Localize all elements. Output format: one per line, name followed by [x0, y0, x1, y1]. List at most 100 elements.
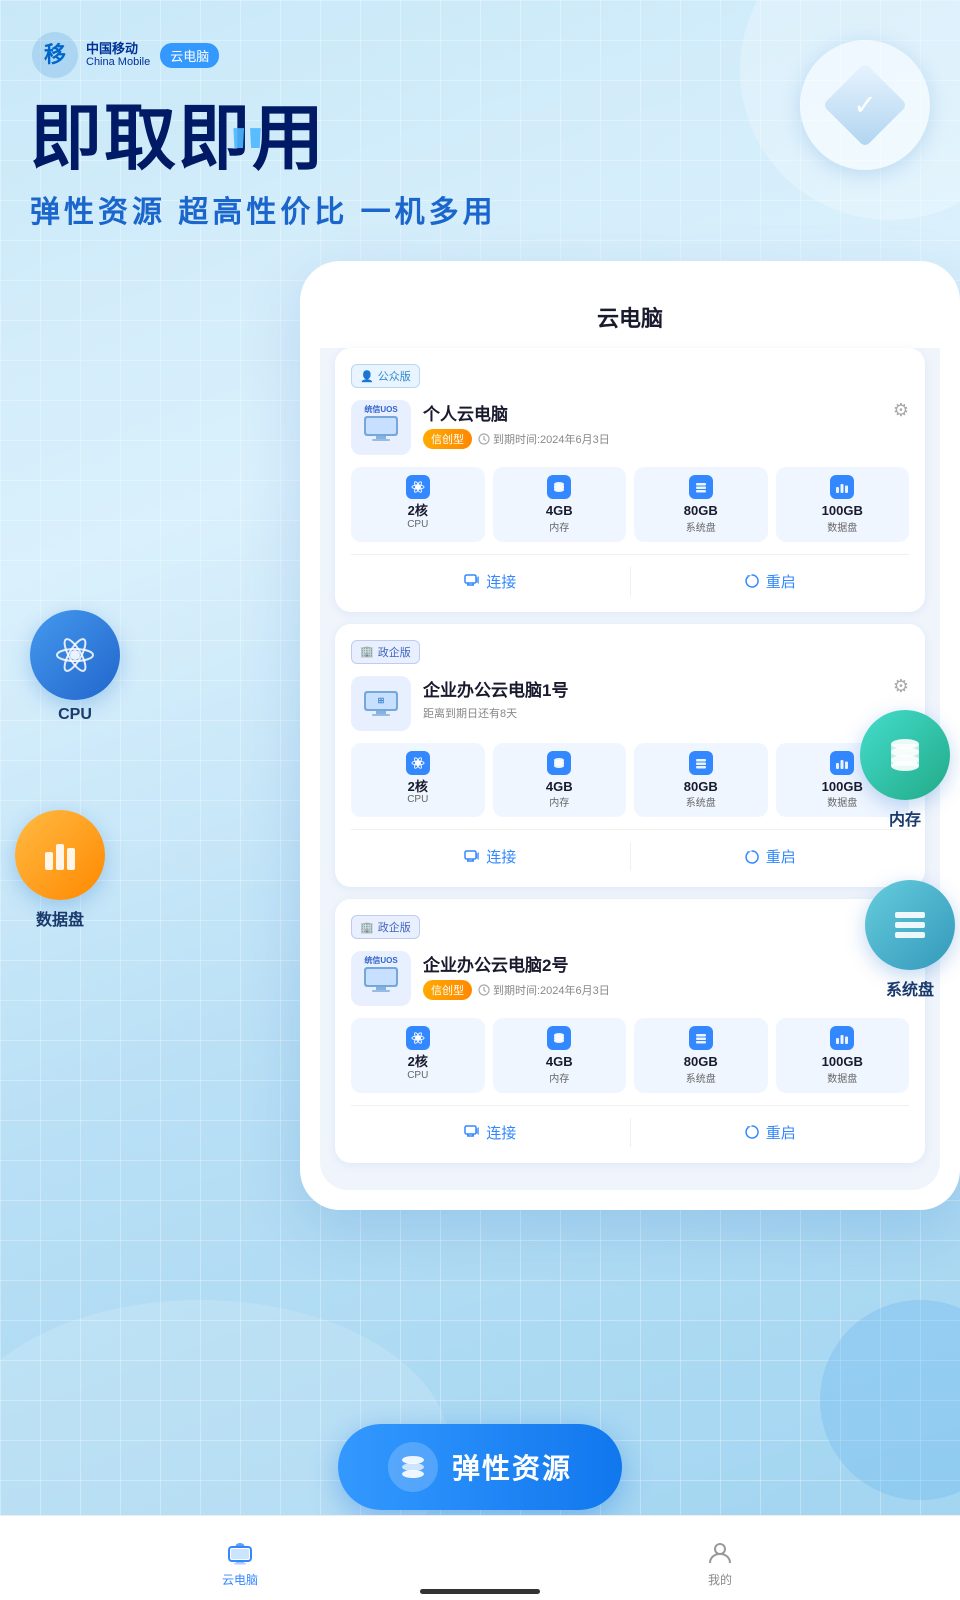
spec-data-icon-1: [830, 475, 854, 499]
product-tag: 云电脑: [160, 43, 219, 68]
pc-expire-1: 到期时间:2024年6月3日: [478, 431, 610, 447]
badge-icon-1: 👤: [360, 370, 374, 383]
nav-item-mine[interactable]: 我的: [480, 1529, 960, 1588]
pc-meta-2: 距离到期日还有8天: [423, 705, 568, 721]
connect-btn-1[interactable]: 连接: [351, 567, 631, 596]
spec-mem-unit-1: 内存: [499, 519, 621, 534]
logo-area: 移 中国移动 China Mobile: [30, 30, 150, 80]
connect-icon-1: [464, 573, 480, 589]
restart-btn-3[interactable]: 重启: [631, 1118, 910, 1147]
spec-data-unit-3: 数据盘: [782, 1070, 904, 1085]
specs-row-1: 2核 CPU 4GB 内存: [351, 467, 909, 542]
spec-sys-icon-1: [689, 475, 713, 499]
db-small-icon: [552, 480, 566, 494]
spec-sys-icon-3: [689, 1026, 713, 1050]
db-small-icon-2: [552, 756, 566, 770]
hero-subtitle: 弹性资源 超高性价比 一机多用: [30, 187, 930, 231]
spec-cpu-value-1: 2核: [357, 503, 479, 519]
elastic-icon: [388, 1442, 438, 1492]
spec-cpu-icon-2: [406, 751, 430, 775]
spec-mem-value-3: 4GB: [499, 1054, 621, 1070]
monitor-icon-1: [362, 412, 400, 444]
restart-icon-1: [744, 573, 760, 589]
pc-icon-box-1: 统信UOS: [351, 400, 411, 455]
restart-label-2: 重启: [766, 846, 796, 867]
card-header-3: 统信UOS 企业办公云电脑2号: [351, 951, 909, 1006]
monitor-icon-3: [362, 963, 400, 995]
spec-data-unit-1: 数据盘: [782, 519, 904, 534]
lines-small-icon: [694, 480, 708, 494]
spec-mem-1: 4GB 内存: [493, 467, 627, 542]
pc-icon-label-1: 统信UOS: [364, 404, 397, 415]
settings-icon-2[interactable]: ⚙: [893, 676, 909, 697]
float-sysdisk-label: 系统盘: [886, 976, 934, 1000]
bar-small-icon-2: [835, 756, 849, 770]
nav-item-cloud[interactable]: 云电脑: [0, 1529, 480, 1588]
card-badge-1: 👤 公众版: [351, 364, 420, 388]
clock-icon-3: [478, 984, 490, 996]
connect-btn-3[interactable]: 连接: [351, 1118, 631, 1147]
pc-info-2: 企业办公云电脑1号 距离到期日还有8天: [423, 676, 568, 721]
spec-data-value-1: 100GB: [782, 503, 904, 519]
badge-label-3: 政企版: [378, 919, 411, 935]
atom-small-icon-2: [411, 756, 425, 770]
float-memory: 内存: [860, 710, 950, 830]
brand-cn: 中国移动: [86, 42, 150, 56]
nav-mine-icon: [706, 1539, 734, 1567]
logo-text: 中国移动 China Mobile: [86, 42, 150, 68]
specs-row-3: 2核 CPU 4GB 内存: [351, 1018, 909, 1093]
badge-icon-3: 🏢: [360, 921, 374, 934]
spec-mem-value-1: 4GB: [499, 503, 621, 519]
nav-mine-label: 我的: [708, 1571, 732, 1588]
database-icon: [882, 732, 928, 778]
hero-section: 即取即用 " 弹性资源 超高性价比 一机多用: [0, 80, 960, 231]
restart-btn-2[interactable]: 重启: [631, 842, 910, 871]
pc-name-2: 企业办公云电脑1号: [423, 676, 568, 701]
spec-mem-icon-2: [547, 751, 571, 775]
pc-card-1: 👤 公众版 统信UOS: [335, 348, 925, 612]
spec-mem-unit-2: 内存: [499, 794, 621, 809]
pc-icon-box-3: 统信UOS: [351, 951, 411, 1006]
badge-icon-2: 🏢: [360, 645, 374, 658]
chart-icon: [37, 832, 83, 878]
float-cpu: CPU: [30, 610, 120, 724]
card-left-1: 统信UOS 个人云电脑: [351, 400, 610, 455]
spec-sys-value-2: 80GB: [640, 779, 762, 795]
float-datadisk: 数据盘: [15, 810, 105, 930]
spec-sys-1: 80GB 系统盘: [634, 467, 768, 542]
spec-mem-unit-3: 内存: [499, 1070, 621, 1085]
spec-mem-value-2: 4GB: [499, 779, 621, 795]
bar-small-icon-3: [835, 1031, 849, 1045]
card-actions-2: 连接 重启: [351, 829, 909, 871]
pc-icon-box-2: ⊞: [351, 676, 411, 731]
settings-icon-1[interactable]: ⚙: [893, 400, 909, 421]
layers-icon: [398, 1452, 428, 1482]
hero-title: 即取即用: [30, 99, 326, 179]
spec-data-icon-2: [830, 751, 854, 775]
spec-data-3: 100GB 数据盘: [776, 1018, 910, 1093]
elastic-text: 弹性资源: [452, 1447, 572, 1487]
spec-sys-value-1: 80GB: [640, 503, 762, 519]
nav-cloud-label: 云电脑: [222, 1571, 258, 1588]
float-sysdisk: 系统盘: [865, 880, 955, 1000]
badge-label-2: 政企版: [378, 644, 411, 660]
spec-cpu-1: 2核 CPU: [351, 467, 485, 542]
pc-name-3: 企业办公云电脑2号: [423, 951, 610, 976]
restart-btn-1[interactable]: 重启: [631, 567, 910, 596]
spec-data-value-3: 100GB: [782, 1054, 904, 1070]
spec-cpu-icon-3: [406, 1026, 430, 1050]
badge-label-1: 公众版: [378, 368, 411, 384]
cloud-pc-icon: [226, 1541, 254, 1565]
tag-xinchuang-3: 信创型: [423, 980, 472, 1000]
specs-row-2: 2核 CPU 4GB 内存: [351, 743, 909, 818]
pc-meta-1: 信创型 到期时间:2024年6月3日: [423, 429, 610, 449]
card-badge-3: 🏢 政企版: [351, 915, 420, 939]
card-header-2: ⊞ 企业办公云电脑1号 距离到期日还有8天: [351, 676, 909, 731]
pc-info-1: 个人云电脑 信创型 到期时间:2024年6月3日: [423, 400, 610, 449]
elastic-resource-button[interactable]: 弹性资源: [338, 1424, 622, 1510]
db-small-icon-3: [552, 1031, 566, 1045]
connect-btn-2[interactable]: 连接: [351, 842, 631, 871]
lines-small-icon-2: [694, 756, 708, 770]
connect-icon-3: [464, 1124, 480, 1140]
spec-mem-2: 4GB 内存: [493, 743, 627, 818]
